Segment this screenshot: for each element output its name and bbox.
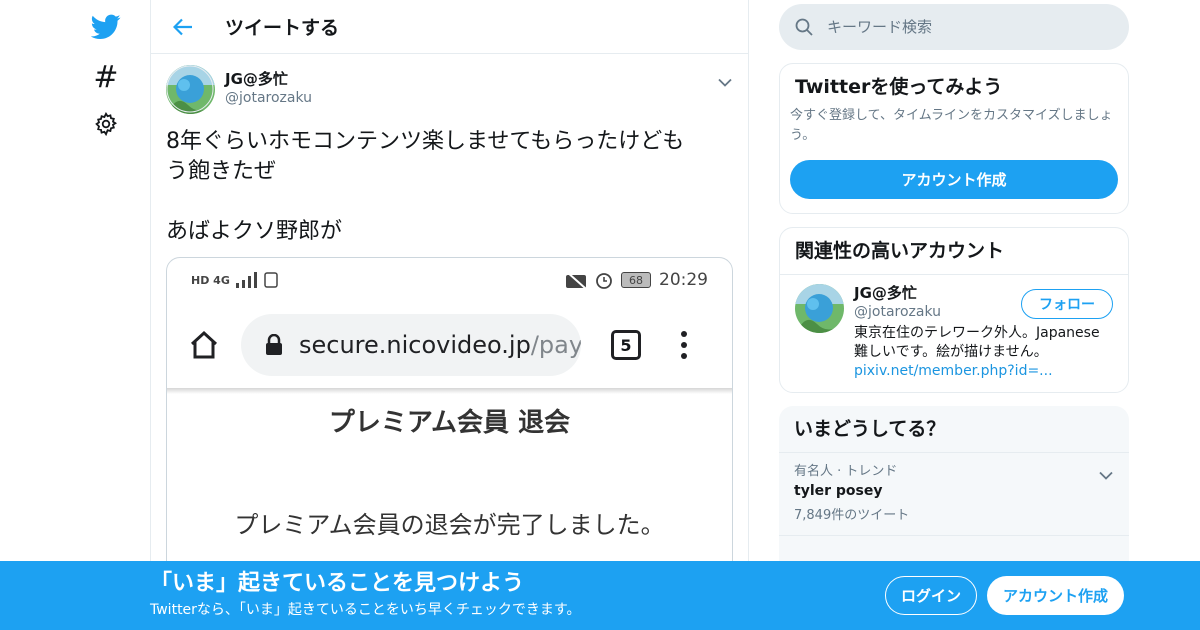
right-column: Twitterを使ってみよう 今すぐ登録して、タイムラインをカスタマイズしましょ… [779,0,1129,576]
url-domain: secure.nicovideo.jp [299,331,531,359]
chevron-down-icon[interactable] [1099,465,1113,484]
url-bar-shadow [167,388,732,394]
more-vert-icon [681,331,687,359]
related-accounts-card: 関連性の高いアカウント JG@多忙 @jotarozaku 東京在住のテレワーク… [779,227,1129,393]
tweet: JG@多忙 @jotarozaku 8年ぐらいホモコンテンツ楽しませてもらったけ… [151,54,748,577]
signup-card: Twitterを使ってみよう 今すぐ登録して、タイムラインをカスタマイズしましょ… [779,63,1129,214]
search-box[interactable] [779,4,1129,50]
screenshot-page-title: プレミアム会員 退会 [328,408,571,438]
status-network-label: HD 4G [191,273,230,287]
tweet-author[interactable]: JG@多忙 @jotarozaku [166,64,733,114]
trends-card: いまどうしてる？ 有名人 · トレンド tyler posey 7,849件のツ… [779,406,1129,576]
banner-subtitle: Twitterなら、「いま」起きていることをいち早くチェックできます。 [150,602,581,618]
lock-icon [265,334,283,356]
related-user-bio: 東京在住のテレワーク外人。Japanese 難しいです。絵が描けません。 [854,325,1100,360]
sim-icon [264,272,278,288]
author-handle[interactable]: @jotarozaku [225,89,312,108]
tab-count-icon: 5 [611,330,641,360]
create-account-button[interactable]: アカウント作成 [790,160,1118,199]
home-icon [190,330,218,359]
signup-card-title: Twitterを使ってみよう [795,76,1003,98]
chevron-down-icon[interactable] [718,72,732,91]
trends-card-title: いまどうしてる？ [779,406,1129,453]
follow-button[interactable]: フォロー [1021,289,1113,319]
related-user[interactable]: JG@多忙 @jotarozaku 東京在住のテレワーク外人。Japanese … [780,275,1128,392]
alarm-icon [596,273,612,289]
trend-name[interactable]: tyler posey [794,481,1114,501]
related-user-link[interactable]: pixiv.net/member.php?id=... [854,362,1113,381]
avatar[interactable] [795,284,844,333]
trend-item[interactable]: 有名人 · トレンド tyler posey 7,849件のツイート [779,453,1129,536]
author-names: JG@多忙 @jotarozaku [225,70,312,108]
status-time: 20:29 [659,270,708,290]
banner-title: 「いま」起きていることを見つけよう [150,571,525,596]
phone-status-bar: HD 4G 68 20:29 [167,258,732,302]
camera-off-icon [566,271,586,289]
url-path: /pay [530,331,581,359]
browser-url-bar: secure.nicovideo.jp/pay 5 [167,302,732,388]
login-button[interactable]: ログイン [885,576,977,615]
status-right: 68 20:29 [565,270,708,290]
back-arrow-icon[interactable] [163,7,203,47]
battery-icon: 68 [621,272,651,288]
main-column: ツイートする JG@多忙 @jotarozaku 8年ぐらいホモコンテンツ楽しま… [150,0,749,630]
page-title: ツイートする [225,17,340,39]
tweet-text: 8年ぐらいホモコンテンツ楽しませてもらったけども う飽きたぜ あばよクソ野郎が [166,129,685,244]
search-icon [795,18,813,36]
signup-card-subtitle: 今すぐ登録して、タイムラインをカスタマイズしましょう。 [790,108,1113,143]
signal-icon [235,272,257,288]
screenshot-page-message: プレミアム会員の退会が完了しました。 [234,511,665,539]
left-nav: # [0,0,150,630]
gear-icon[interactable] [87,105,125,143]
create-account-banner-button[interactable]: アカウント作成 [987,576,1124,615]
status-left: HD 4G [191,272,278,288]
author-name[interactable]: JG@多忙 [225,70,312,89]
twitter-bird-icon[interactable] [87,8,125,46]
search-input[interactable] [827,18,1097,36]
avatar[interactable] [166,64,215,114]
signup-banner: 「いま」起きていることを見つけよう Twitterなら、「いま」起きていることを… [0,561,1200,630]
url-field: secure.nicovideo.jp/pay [241,314,581,376]
related-card-title: 関連性の高いアカウント [780,228,1128,275]
hashtag-icon[interactable]: # [87,58,125,96]
main-header: ツイートする [151,0,748,54]
trend-count: 7,849件のツイート [794,508,910,523]
trend-meta: 有名人 · トレンド [794,464,898,479]
tweet-media-image[interactable]: HD 4G 68 20:29 secure.nicovideo.jp /pay … [166,257,733,577]
